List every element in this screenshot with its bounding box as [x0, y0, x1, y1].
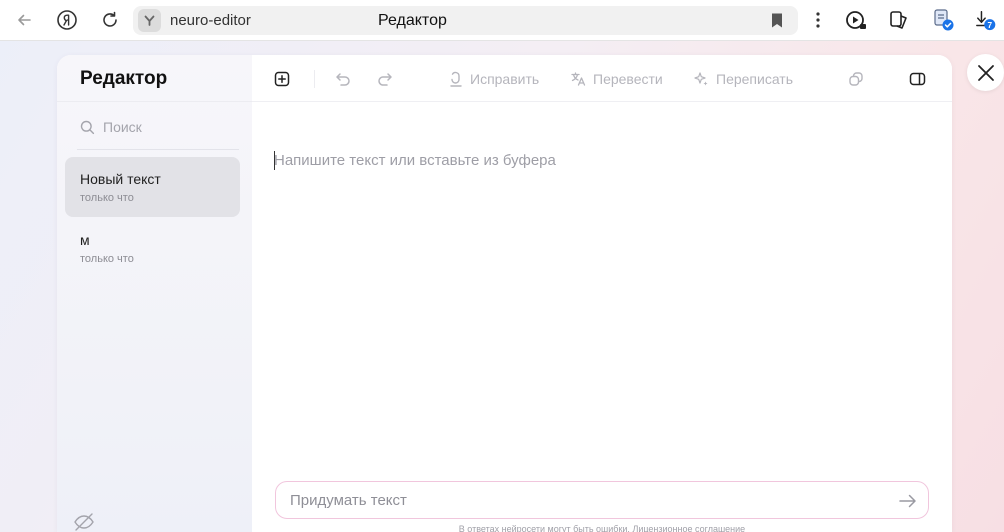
- tab-page-title: Редактор: [378, 12, 447, 29]
- extension-check-icon[interactable]: [931, 8, 955, 32]
- license-link[interactable]: Лицензионное соглашение: [632, 524, 745, 532]
- plus-square-icon: [274, 71, 290, 87]
- collections-icon[interactable]: [886, 8, 910, 32]
- url-text: neuro-editor: [170, 12, 251, 29]
- editor-text-area[interactable]: Напишите текст или вставьте из буфера: [274, 152, 556, 169]
- undo-button[interactable]: [335, 69, 351, 89]
- sidebar: Редактор Поиск Новый текст только что м …: [57, 55, 252, 532]
- fix-button[interactable]: Исправить: [449, 69, 539, 89]
- divider: [57, 101, 252, 102]
- reload-icon[interactable]: [98, 8, 122, 32]
- hide-eye-icon[interactable]: [73, 511, 95, 532]
- doc-time: только что: [80, 253, 134, 265]
- rewrite-button[interactable]: Переписать: [693, 69, 793, 89]
- doc-name: Новый текст: [80, 171, 161, 187]
- search-icon: [80, 120, 95, 134]
- footer-disclaimer: В ответах нейросети могут быть ошибки. Л…: [252, 524, 952, 532]
- toggle-panel-button[interactable]: [909, 69, 926, 89]
- downloads-badge-count: 7: [987, 20, 992, 30]
- bookmark-icon[interactable]: [770, 12, 784, 29]
- search-placeholder: Поиск: [103, 119, 142, 135]
- search-input[interactable]: Поиск: [80, 117, 142, 137]
- spellcheck-icon: [450, 71, 462, 87]
- divider: [77, 149, 239, 150]
- close-editor-button[interactable]: [967, 54, 1004, 91]
- media-player-icon[interactable]: [844, 8, 868, 32]
- toolbar-divider: [314, 70, 315, 88]
- doc-time: только что: [80, 192, 134, 204]
- doc-item-new-text[interactable]: Новый текст только что: [65, 157, 240, 217]
- translate-button[interactable]: Перевести: [570, 69, 663, 89]
- panel-icon: [909, 72, 926, 86]
- send-arrow-icon[interactable]: [898, 491, 918, 511]
- doc-name: м: [80, 232, 90, 248]
- disclaimer-text: В ответах нейросети могут быть ошибки.: [458, 524, 630, 532]
- undo-icon: [336, 73, 350, 86]
- prompt-input[interactable]: [290, 490, 870, 510]
- browser-toolbar: neuro-editor Редактор 7: [0, 0, 1004, 41]
- address-bar[interactable]: neuro-editor Редактор: [133, 6, 798, 35]
- sparkle-icon: [694, 72, 708, 86]
- sidebar-title: Редактор: [80, 68, 168, 89]
- fix-label: Исправить: [470, 71, 540, 87]
- copy-button[interactable]: [848, 69, 864, 89]
- translate-icon: [571, 72, 586, 86]
- yandex-logo-icon[interactable]: [55, 8, 79, 32]
- translate-label: Перевести: [593, 71, 663, 87]
- doc-item-m[interactable]: м только что: [65, 218, 240, 278]
- redo-button[interactable]: [377, 69, 393, 89]
- site-shield-icon[interactable]: [138, 9, 161, 32]
- back-arrow-icon[interactable]: [12, 8, 36, 32]
- editor-toolbar: Исправить Перевести Переписать: [252, 55, 952, 102]
- close-icon: [977, 64, 994, 81]
- more-menu-icon[interactable]: [806, 8, 830, 32]
- copy-icon: [849, 72, 863, 86]
- editor-window: Редактор Поиск Новый текст только что м …: [57, 55, 952, 532]
- prompt-box[interactable]: [275, 481, 929, 519]
- downloads-icon[interactable]: 7: [975, 8, 999, 32]
- new-document-button[interactable]: [274, 69, 290, 89]
- redo-icon: [378, 73, 392, 86]
- rewrite-label: Переписать: [716, 71, 794, 87]
- editor-main: Исправить Перевести Переписать Напишите …: [252, 55, 952, 532]
